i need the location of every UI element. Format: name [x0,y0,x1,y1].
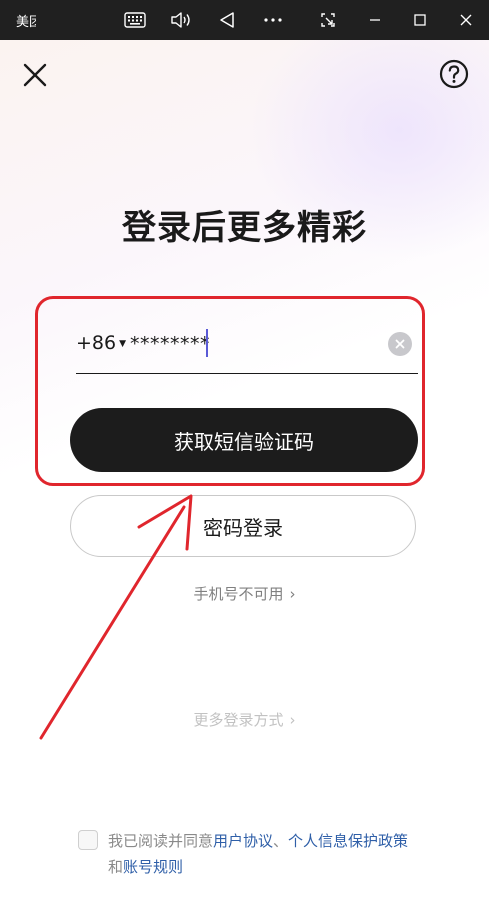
close-login-button[interactable] [20,60,50,90]
window-titlebar: 美团 [0,0,489,40]
country-code-label: +86 [76,332,117,354]
agreement-prefix: 我已阅读并同意 [108,832,214,850]
more-login-methods-link[interactable]: 更多登录方式 › [0,709,489,730]
agreement-and: 和 [108,858,124,876]
user-agreement-link[interactable]: 用户协议 [213,832,273,850]
window-close-button[interactable] [448,0,484,40]
more-button[interactable] [255,0,291,40]
back-triangle-icon [220,12,234,28]
screenshot-icon [321,13,335,27]
more-login-methods-label: 更多登录方式 [193,711,284,729]
password-login-button[interactable]: 密码登录 [70,495,416,557]
minimize-icon [370,19,380,21]
keyboard-button[interactable] [117,0,153,40]
page-headline: 登录后更多精彩 [122,208,367,248]
get-sms-code-button[interactable]: 获取短信验证码 [70,408,418,472]
login-screen: 登录后更多精彩 +86 ▼ 获取短信验证码 密码登录 手机号不可用 › 更多登录… [0,40,489,909]
volume-icon [171,12,190,28]
keyboard-icon [124,12,146,28]
volume-button[interactable] [163,0,199,40]
chevron-right-icon: › [289,584,296,603]
more-icon [264,18,282,22]
phone-unavailable-link[interactable]: 手机号不可用 › [0,583,489,604]
close-icon [23,63,47,87]
text-cursor [206,329,208,357]
help-circle-icon [439,59,469,89]
maximize-icon [414,14,426,26]
maximize-button[interactable] [402,0,438,40]
country-code-selector[interactable]: +86 ▼ [76,332,126,354]
chevron-right-icon: › [289,710,296,729]
phone-input-row: +86 ▼ [76,315,418,374]
back-button[interactable] [209,0,245,40]
agreement-text: 我已阅读并同意用户协议、个人信息保护政策和账号规则 [108,828,418,880]
phone-unavailable-label: 手机号不可用 [193,585,284,603]
privacy-policy-link[interactable]: 个人信息保护政策 [288,832,408,850]
screenshot-button[interactable] [310,0,346,40]
help-button[interactable] [438,58,470,90]
caret-down-icon: ▼ [119,338,127,349]
phone-number-input[interactable] [130,327,370,361]
close-icon [460,14,472,26]
clear-icon [395,339,405,349]
clear-input-button[interactable] [388,332,412,356]
minimize-button[interactable] [357,0,393,40]
window-title: 美团 [16,15,36,30]
account-rules-link[interactable]: 账号规则 [123,858,183,876]
agreement-separator: 、 [273,832,289,850]
agreement-checkbox[interactable] [78,830,98,850]
